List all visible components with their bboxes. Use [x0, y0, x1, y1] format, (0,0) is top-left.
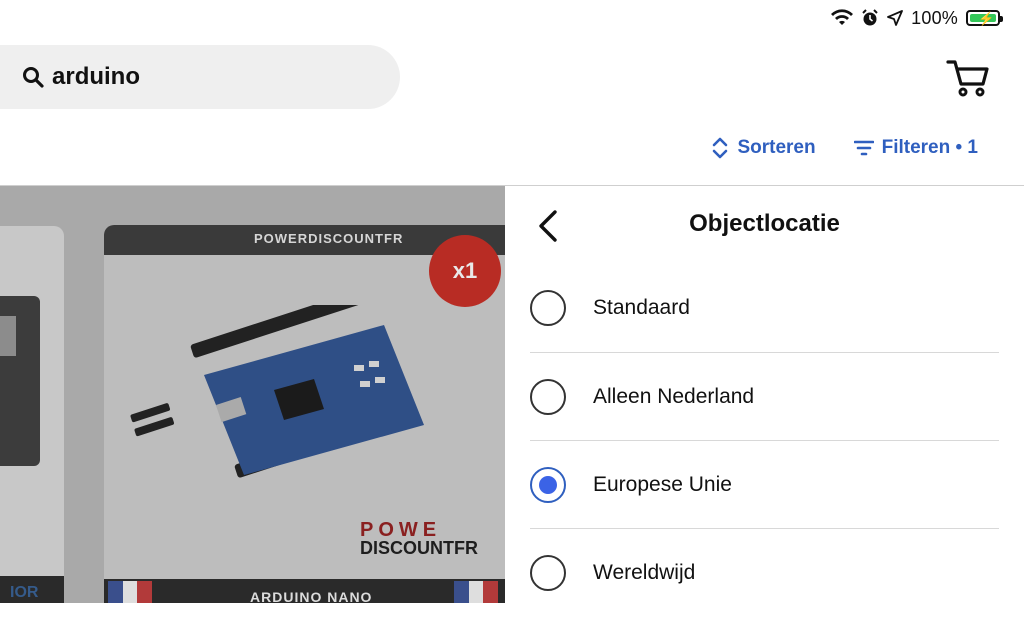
sort-filter-bar: Sorteren Filteren • 1 [711, 136, 978, 160]
radio-alleen-nederland[interactable] [530, 379, 566, 415]
alarm-icon [862, 9, 878, 26]
search-bar[interactable]: arduino [0, 45, 400, 109]
product-image [0, 296, 64, 603]
radio-standaard[interactable] [530, 290, 566, 326]
sort-button[interactable]: Sorteren [711, 136, 816, 160]
product-bottom-text: ARDUINO NANO [250, 589, 373, 603]
sort-label: Sorteren [737, 137, 816, 158]
filter-button[interactable]: Filteren • 1 [853, 137, 978, 159]
battery-percentage: 100% [911, 7, 958, 28]
option-alleen-nederland[interactable]: Alleen Nederland [530, 353, 999, 441]
product-brand: POWERDISCOUNTFR [254, 231, 404, 246]
quantity-badge: x1 [429, 235, 501, 307]
option-label: Wereldwijd [593, 561, 696, 584]
status-bar: 100% ⚡ [831, 6, 1003, 30]
brand-logo: POWE DISCOUNTFR [360, 519, 478, 558]
french-flag-left [108, 581, 153, 603]
search-query[interactable]: arduino [52, 63, 140, 91]
option-label: Alleen Nederland [593, 385, 755, 408]
battery-charging-icon: ⚡ [966, 10, 1003, 26]
option-label: Standaard [593, 296, 690, 319]
wifi-icon [831, 9, 854, 25]
brand-logo-line2: DISCOUNTFR [360, 538, 478, 558]
arduino-nano-image [130, 305, 424, 478]
cart-icon[interactable] [946, 58, 990, 98]
option-label: Europese Unie [593, 473, 732, 496]
panel-title: Objectlocatie [689, 210, 840, 237]
french-flag-right [454, 581, 499, 603]
search-icon [23, 67, 44, 88]
radio-wereldwijd[interactable] [530, 555, 566, 591]
radio-europese-unie-selected[interactable] [530, 467, 566, 503]
location-filter-panel: Objectlocatie Standaard Alleen Nederland… [505, 186, 1024, 603]
sort-chevrons-icon [713, 137, 728, 159]
option-wereldwijd[interactable]: Wereldwijd [530, 529, 999, 617]
brand-logo-line1: POWE [360, 519, 442, 541]
product-card-partial[interactable] [0, 226, 64, 603]
charging-bolt-icon: ⚡ [978, 11, 995, 26]
option-europese-unie[interactable]: Europese Unie [530, 441, 999, 529]
quantity-badge-text: x1 [452, 258, 478, 283]
filter-label: Filteren • 1 [881, 137, 978, 158]
product-results-dimmed: IOR POWERDISCOUNTFR x1 POWE DISCOUNTFR A… [0, 186, 505, 603]
option-standaard[interactable]: Standaard [530, 264, 999, 352]
filter-icon [853, 140, 874, 156]
product-card[interactable]: POWERDISCOUNTFR x1 POWE DISCOUNTFR ARDUI… [104, 225, 505, 603]
location-arrow-icon [887, 10, 904, 26]
product-card-partial-text: IOR [10, 584, 39, 601]
